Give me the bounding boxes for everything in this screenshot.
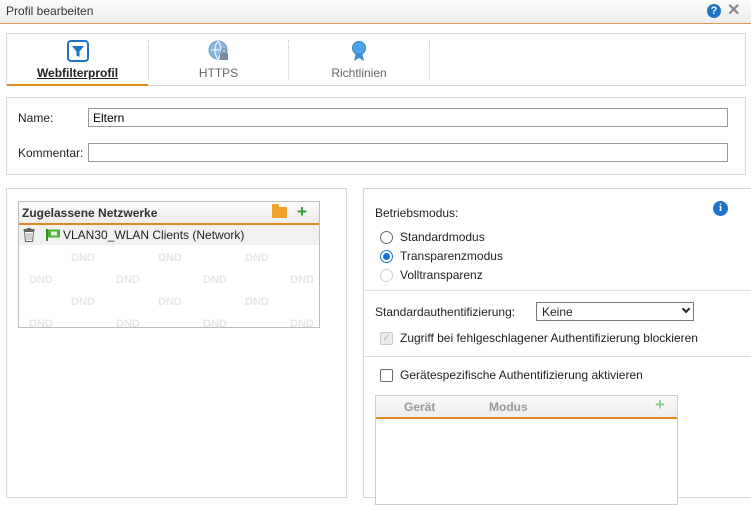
network-flag-icon [46,229,60,241]
dnd-watermark: DND [203,318,227,328]
tab-label: Richtlinien [331,66,387,80]
tab-bar: Webfilterprofil HTTPS Richtlinien [6,33,746,86]
profile-form: Name: Kommentar: [6,97,746,175]
networks-panel: Zugelassene Netzwerke + VLAN30_WLAN Clie… [6,188,347,498]
tab-label: HTTPS [198,66,239,80]
tab-divider [429,40,430,80]
dnd-watermark: DND [158,296,182,308]
add-icon[interactable]: + [655,395,665,415]
dnd-watermark: DND [290,318,314,328]
dnd-watermark: DND [203,274,227,286]
tab-https[interactable]: HTTPS [149,34,288,85]
info-icon[interactable]: i [713,201,728,216]
tab-webfilterprofil[interactable]: Webfilterprofil [7,34,148,85]
active-tab-indicator [7,84,148,86]
column-header-geraet[interactable]: Gerät [404,400,435,414]
radio-standardmodus[interactable] [380,231,393,244]
comment-input[interactable] [88,143,728,162]
help-icon[interactable]: ? [707,4,721,18]
filter-icon [66,40,89,62]
dnd-watermark: DND [71,252,95,264]
dialog-titlebar: Profil bearbeiten ? ✕ [0,0,751,24]
dnd-watermark: DND [116,318,140,328]
dnd-watermark: DND [116,274,140,286]
dialog-title: Profil bearbeiten [6,4,94,18]
settings-panel: i Betriebsmodus: Standardmodus Transpare… [363,188,751,505]
radio-volltransparenz[interactable] [380,269,393,282]
auth-select[interactable]: Keine [536,302,694,321]
radio-label: Standardmodus [400,230,485,244]
radio-label: Transparenzmodus [400,249,503,263]
block-on-auth-failure-checkbox[interactable] [380,331,393,345]
tab-richtlinien[interactable]: Richtlinien [289,34,429,85]
dnd-watermark: DND [29,318,53,328]
auth-select-value: Keine [542,305,573,319]
grid-header: Zugelassene Netzwerke + [19,202,319,225]
tab-label: Webfilterprofil [36,66,119,80]
chevron-down-icon [681,304,691,314]
close-icon[interactable]: ✕ [727,2,740,20]
grid-title: Zugelassene Netzwerke [22,206,158,220]
dnd-watermark: DND [290,274,314,286]
dnd-watermark: DND [29,274,53,286]
network-label: VLAN30_WLAN Clients (Network) [63,228,245,242]
device-table-header: Gerät Modus + [376,395,677,419]
comment-label: Kommentar: [18,146,84,160]
divider [365,290,751,291]
dnd-watermark: DND [71,296,95,308]
device-auth-checkbox[interactable] [380,369,393,382]
name-input[interactable] [88,108,728,127]
block-on-auth-failure-label: Zugriff bei fehlgeschlagener Authentifiz… [400,331,698,345]
folder-icon[interactable] [272,204,287,218]
name-label: Name: [18,111,54,125]
auth-label: Standardauthentifizierung: [375,305,516,319]
dnd-watermark: DND [158,252,182,264]
radio-transparenzmodus[interactable] [380,250,393,263]
award-ribbon-icon [352,41,366,61]
radio-label: Volltransparenz [400,268,483,282]
divider [365,356,751,357]
device-auth-label: Gerätespezifische Authentifizierung akti… [400,368,643,382]
allowed-networks-grid: Zugelassene Netzwerke + VLAN30_WLAN Clie… [18,201,320,328]
dnd-watermark: DND [245,252,269,264]
mode-label: Betriebsmodus: [375,206,459,220]
list-item[interactable]: VLAN30_WLAN Clients (Network) [19,225,319,245]
dnd-watermark: DND [245,296,269,308]
add-icon[interactable]: + [297,202,307,222]
globe-lock-icon [208,40,228,60]
trash-icon[interactable] [23,228,35,242]
column-header-modus[interactable]: Modus [489,400,528,414]
